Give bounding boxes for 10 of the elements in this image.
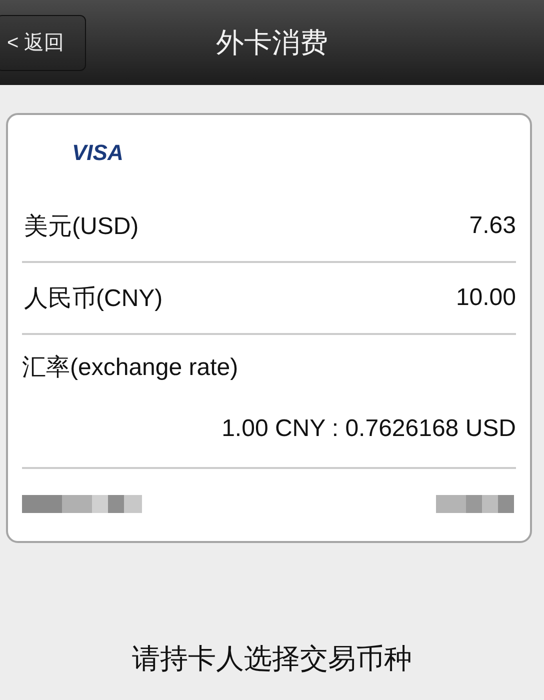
amount-value: 7.63 (469, 212, 516, 240)
currency-label: 美元(USD) (24, 212, 139, 242)
card-logo: VISA (72, 140, 124, 166)
page-title: 外卡消费 (216, 26, 328, 60)
rate-value: 1.00 CNY : 0.7626168 USD (222, 415, 516, 443)
rate-label: 汇率(exchange rate) (22, 353, 238, 383)
currency-label: 人民币(CNY) (24, 284, 163, 314)
back-button[interactable]: < 返回 (0, 14, 86, 70)
prompt-text: 请持卡人选择交易币种 (132, 642, 412, 676)
amount-value: 10.00 (456, 284, 516, 312)
